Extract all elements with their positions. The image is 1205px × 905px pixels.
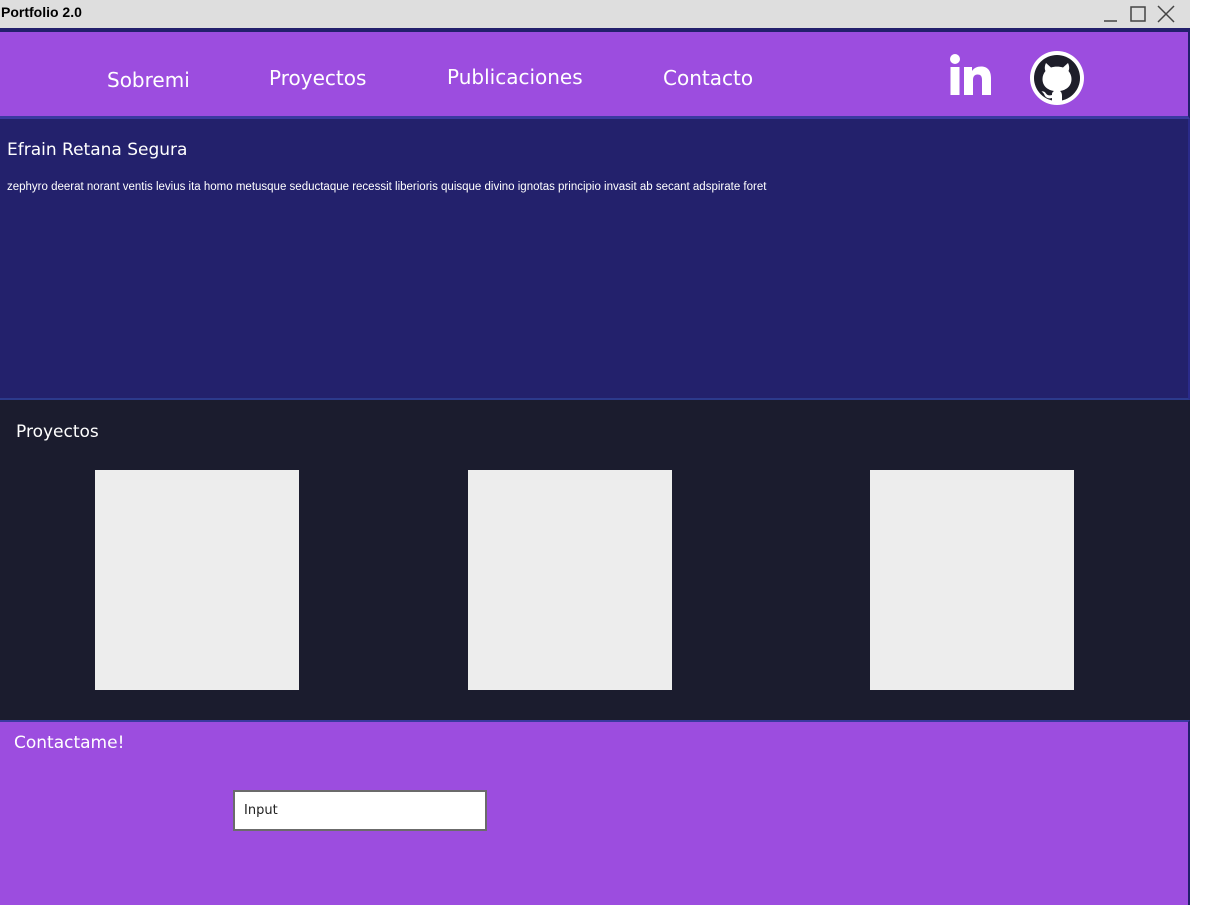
contact-input[interactable] xyxy=(233,790,487,831)
maximize-icon xyxy=(1130,6,1146,22)
profile-description: zephyro deerat norant ventis levius ita … xyxy=(7,181,767,193)
project-card[interactable] xyxy=(468,470,672,690)
contact-heading: Contactame! xyxy=(14,733,125,753)
nav-link-publicaciones[interactable]: Publicaciones xyxy=(447,65,583,89)
window-background xyxy=(1190,0,1205,905)
top-navbar: Sobremi Proyectos Publicaciones Contacto xyxy=(0,28,1190,119)
linkedin-icon xyxy=(950,54,991,95)
window-title: Portfolio 2.0 xyxy=(1,4,82,20)
minimize-button[interactable] xyxy=(1100,4,1122,24)
github-icon xyxy=(1030,51,1084,105)
window-titlebar: Portfolio 2.0 xyxy=(0,0,1190,28)
hero-section: Efrain Retana Segura zephyro deerat nora… xyxy=(0,119,1190,400)
github-link[interactable] xyxy=(1029,50,1085,106)
close-icon xyxy=(1157,5,1175,23)
minimize-icon xyxy=(1104,20,1117,22)
project-card[interactable] xyxy=(870,470,1074,690)
contact-section: Contactame! xyxy=(0,720,1190,905)
nav-link-proyectos[interactable]: Proyectos xyxy=(269,66,366,90)
projects-heading: Proyectos xyxy=(16,422,99,442)
profile-name: Efrain Retana Segura xyxy=(7,140,188,160)
nav-link-contacto[interactable]: Contacto xyxy=(663,66,753,90)
project-card[interactable] xyxy=(95,470,299,690)
close-button[interactable] xyxy=(1155,4,1177,24)
nav-link-sobremi[interactable]: Sobremi xyxy=(107,68,190,92)
projects-section: Proyectos xyxy=(0,400,1190,720)
maximize-button[interactable] xyxy=(1128,4,1150,24)
linkedin-link[interactable] xyxy=(946,53,994,99)
